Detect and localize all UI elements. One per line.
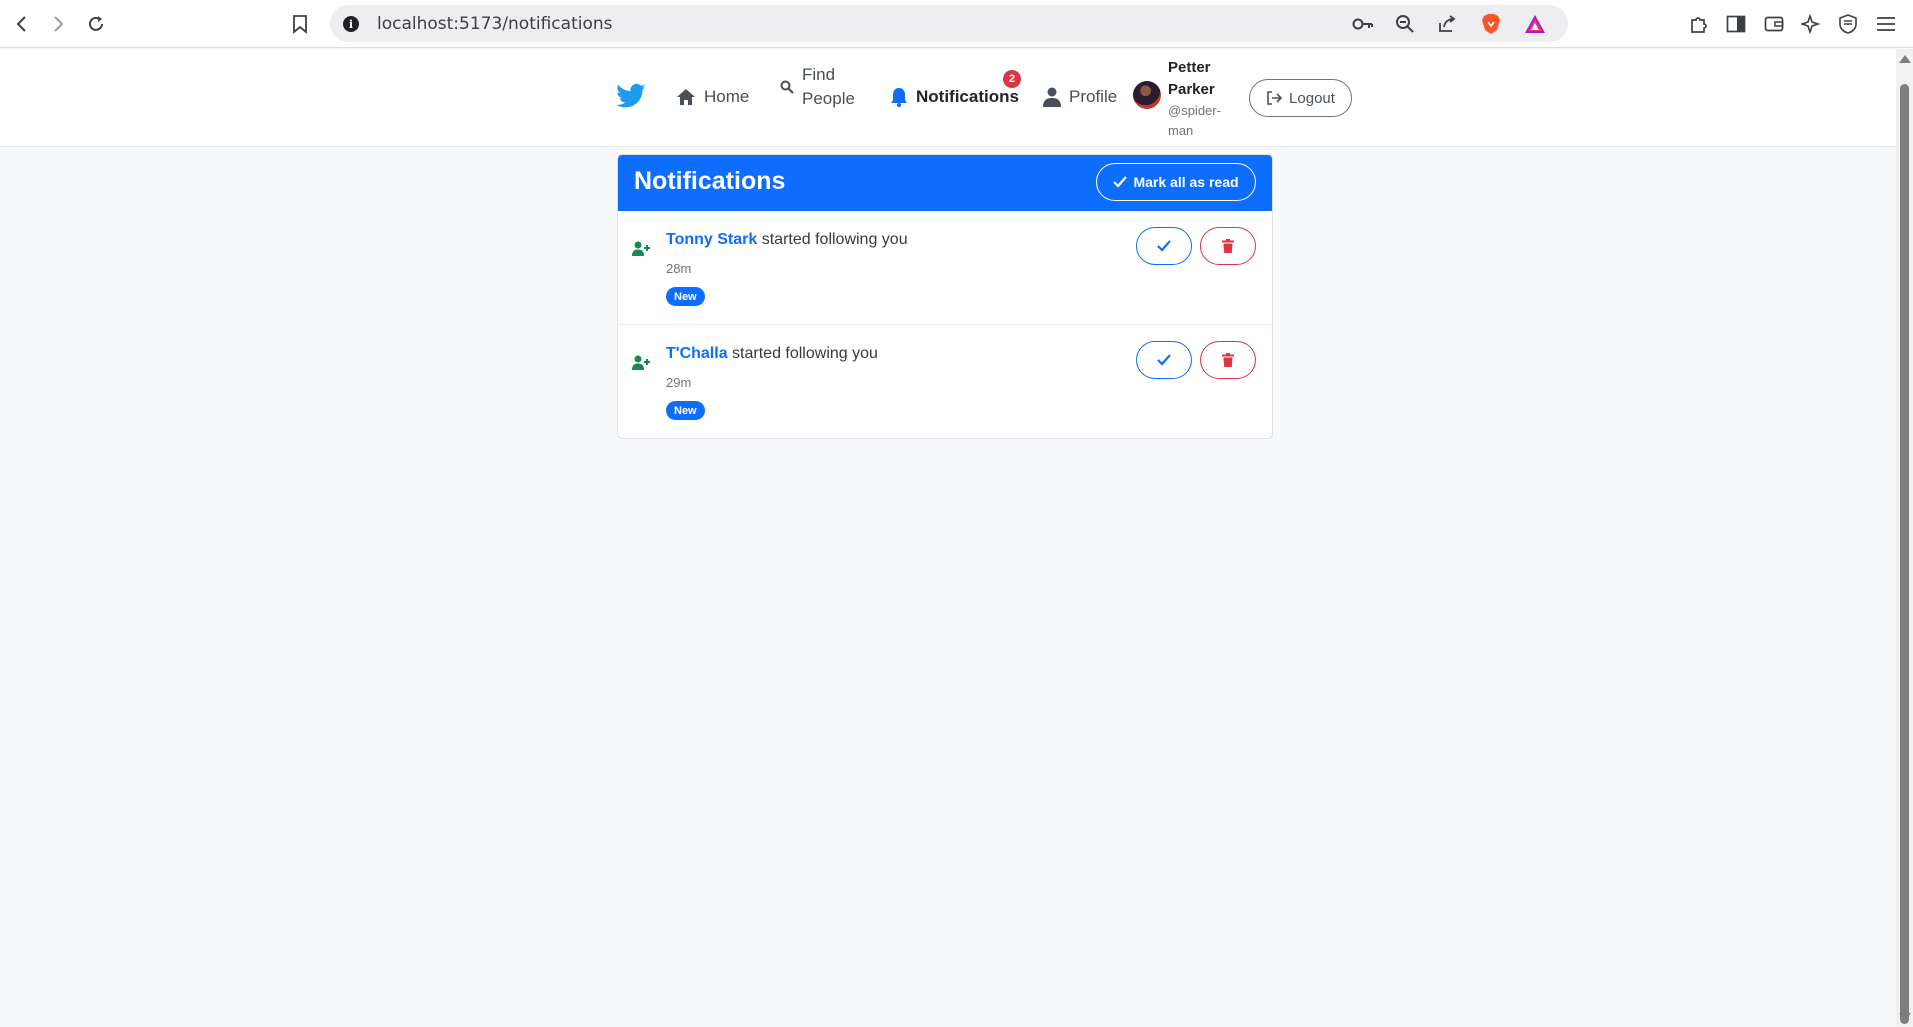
notification-time: 29m — [666, 375, 692, 390]
notification-text: Tonny Stark started following you — [666, 231, 908, 249]
bell-icon — [891, 88, 907, 107]
search-icon — [780, 80, 794, 94]
user-name: Petter Parker — [1168, 59, 1215, 98]
notification-user-link[interactable]: Tonny Stark — [666, 231, 757, 248]
check-icon — [1113, 176, 1128, 188]
user-plus-icon — [632, 241, 650, 256]
page-title: Notifications — [634, 167, 786, 195]
mark-read-button[interactable] — [1136, 341, 1192, 379]
nav-find-people[interactable]: Find People — [780, 63, 855, 111]
notification-message: started following you — [732, 345, 878, 362]
nav-notifications-label: Notifications — [916, 87, 1019, 106]
delete-button[interactable] — [1200, 227, 1256, 265]
new-badge: New — [666, 401, 705, 420]
nav-notifications[interactable]: Notifications — [890, 87, 1019, 107]
avatar[interactable] — [1133, 81, 1161, 109]
share-icon[interactable] — [1436, 13, 1458, 35]
nav-home[interactable]: Home — [676, 87, 749, 107]
notification-user-link[interactable]: T'Challa — [666, 345, 728, 362]
site-info-icon[interactable]: i — [343, 16, 359, 32]
nav-home-label: Home — [704, 87, 750, 106]
notifications-card: Notifications Mark all as read Tonny Sta… — [617, 154, 1273, 439]
rewards-icon[interactable] — [1524, 13, 1546, 35]
sidebar-icon[interactable] — [1724, 12, 1748, 36]
forward-icon[interactable] — [44, 10, 72, 38]
trash-icon — [1222, 239, 1234, 253]
notification-item: T'Challa started following you 29m New — [618, 325, 1272, 438]
new-badge: New — [666, 287, 705, 306]
brave-shield-icon[interactable] — [1480, 13, 1502, 35]
vpn-icon[interactable] — [1836, 12, 1860, 36]
app-navbar: Home Find People Notifications 2 Profile… — [0, 49, 1896, 147]
key-icon[interactable] — [1352, 13, 1374, 35]
logout-button[interactable]: Logout — [1249, 79, 1352, 117]
mark-all-read-label: Mark all as read — [1133, 174, 1239, 190]
nav-find-people-label: Find People — [802, 65, 855, 108]
card-header: Notifications Mark all as read — [618, 155, 1272, 211]
notification-text: T'Challa started following you — [666, 345, 878, 363]
mark-read-button[interactable] — [1136, 227, 1192, 265]
check-icon — [1157, 240, 1171, 252]
bookmark-icon[interactable] — [286, 10, 314, 38]
url-text[interactable]: localhost:5173/notifications — [377, 14, 613, 34]
menu-icon[interactable] — [1874, 12, 1898, 36]
extensions-icon[interactable] — [1687, 12, 1711, 36]
zoom-out-icon[interactable] — [1394, 13, 1416, 35]
check-icon — [1157, 354, 1171, 366]
delete-button[interactable] — [1200, 341, 1256, 379]
wallet-icon[interactable] — [1762, 12, 1786, 36]
scroll-up-icon[interactable] — [1899, 55, 1911, 63]
nav-profile-label: Profile — [1069, 87, 1118, 106]
user-handle: @spider-man — [1168, 103, 1221, 138]
nav-profile[interactable]: Profile — [1043, 87, 1117, 107]
page-scrollbar[interactable] — [1896, 49, 1913, 1027]
notification-count-badge: 2 — [1003, 70, 1021, 88]
logout-label: Logout — [1289, 89, 1335, 107]
logout-icon — [1267, 91, 1283, 105]
notification-item: Tonny Stark started following you 28m Ne… — [618, 211, 1272, 325]
home-icon — [677, 89, 695, 105]
back-icon[interactable] — [8, 10, 36, 38]
person-icon — [1043, 87, 1061, 107]
scroll-thumb[interactable] — [1900, 84, 1909, 1024]
notification-time: 28m — [666, 261, 692, 276]
user-plus-icon — [632, 355, 650, 370]
leo-ai-icon[interactable] — [1799, 12, 1823, 36]
scroll-down-icon[interactable] — [1899, 1013, 1911, 1021]
mark-all-read-button[interactable]: Mark all as read — [1096, 163, 1256, 201]
browser-toolbar: i localhost:5173/notifications — [0, 0, 1913, 48]
notification-message: started following you — [761, 231, 908, 248]
twitter-logo-icon[interactable] — [615, 83, 647, 111]
trash-icon — [1222, 353, 1234, 367]
address-bar[interactable]: i localhost:5173/notifications — [330, 5, 1568, 42]
reload-icon[interactable] — [82, 10, 110, 38]
